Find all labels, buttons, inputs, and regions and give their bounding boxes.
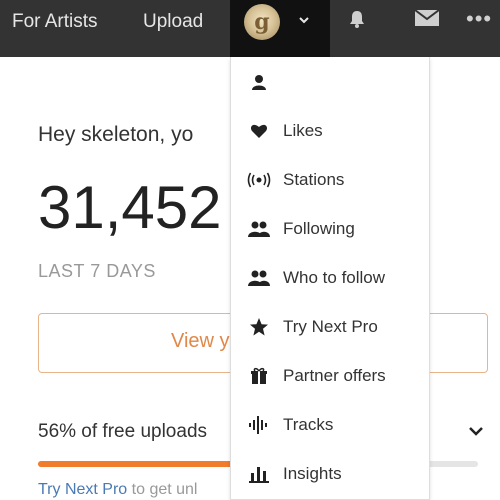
period-label: LAST 7 DAYS bbox=[38, 261, 156, 281]
menu-item-label: Stations bbox=[283, 169, 345, 189]
greeting-text: Hey skeleton, yo bbox=[38, 123, 194, 146]
try-next-pro-link[interactable]: Try Next Pro bbox=[38, 481, 127, 498]
stations-icon bbox=[247, 168, 271, 192]
bell-icon[interactable] bbox=[346, 8, 368, 35]
promo-text: Try Next Pro to get unl bbox=[38, 481, 197, 499]
menu-item-label: Likes bbox=[283, 120, 323, 140]
nav-link-upload[interactable]: Upload bbox=[143, 0, 203, 57]
promo-rest-text: to get unl bbox=[127, 481, 198, 498]
user-dropdown-menu: Likes Stations Following Who to follow T… bbox=[230, 57, 430, 500]
nav-link-for-artists[interactable]: For Artists bbox=[12, 0, 98, 57]
following-icon bbox=[247, 217, 271, 241]
chevron-down-icon[interactable] bbox=[298, 12, 310, 28]
menu-item-label: Insights bbox=[283, 463, 342, 483]
free-uploads-label: 56% of free uploads bbox=[38, 421, 208, 442]
heart-icon bbox=[247, 119, 271, 143]
menu-item-try-next-pro[interactable]: Try Next Pro bbox=[231, 302, 429, 351]
menu-item-who-to-follow[interactable]: Who to follow bbox=[231, 253, 429, 302]
mail-icon[interactable] bbox=[414, 8, 440, 33]
user-icon bbox=[247, 70, 271, 94]
menu-item-following[interactable]: Following bbox=[231, 204, 429, 253]
menu-item-label: Who to follow bbox=[283, 267, 386, 287]
chevron-down-icon[interactable] bbox=[468, 424, 484, 442]
waveform-icon bbox=[247, 413, 271, 437]
stat-count: 31,452 bbox=[38, 174, 222, 241]
menu-item-label: Following bbox=[283, 218, 355, 238]
star-icon bbox=[247, 315, 271, 339]
who-to-follow-icon bbox=[247, 266, 271, 290]
user-menu-toggle[interactable]: g bbox=[230, 0, 330, 57]
more-icon[interactable]: ••• bbox=[466, 6, 492, 32]
menu-item-label: Partner offers bbox=[283, 365, 386, 385]
gift-icon bbox=[247, 364, 271, 388]
menu-item-label: Try Next Pro bbox=[283, 316, 378, 336]
menu-item-insights[interactable]: Insights bbox=[231, 449, 429, 498]
menu-item-tracks[interactable]: Tracks bbox=[231, 400, 429, 449]
menu-item-profile[interactable] bbox=[231, 57, 429, 106]
user-avatar[interactable]: g bbox=[244, 4, 280, 40]
top-navigation-bar: For Artists Upload g ••• bbox=[0, 0, 500, 57]
bar-chart-icon bbox=[247, 462, 271, 486]
view-stats-button-label: View y bbox=[171, 330, 230, 352]
menu-item-label: Tracks bbox=[283, 414, 334, 434]
menu-item-likes[interactable]: Likes bbox=[231, 106, 429, 155]
menu-item-partner-offers[interactable]: Partner offers bbox=[231, 351, 429, 400]
menu-item-stations[interactable]: Stations bbox=[231, 155, 429, 204]
